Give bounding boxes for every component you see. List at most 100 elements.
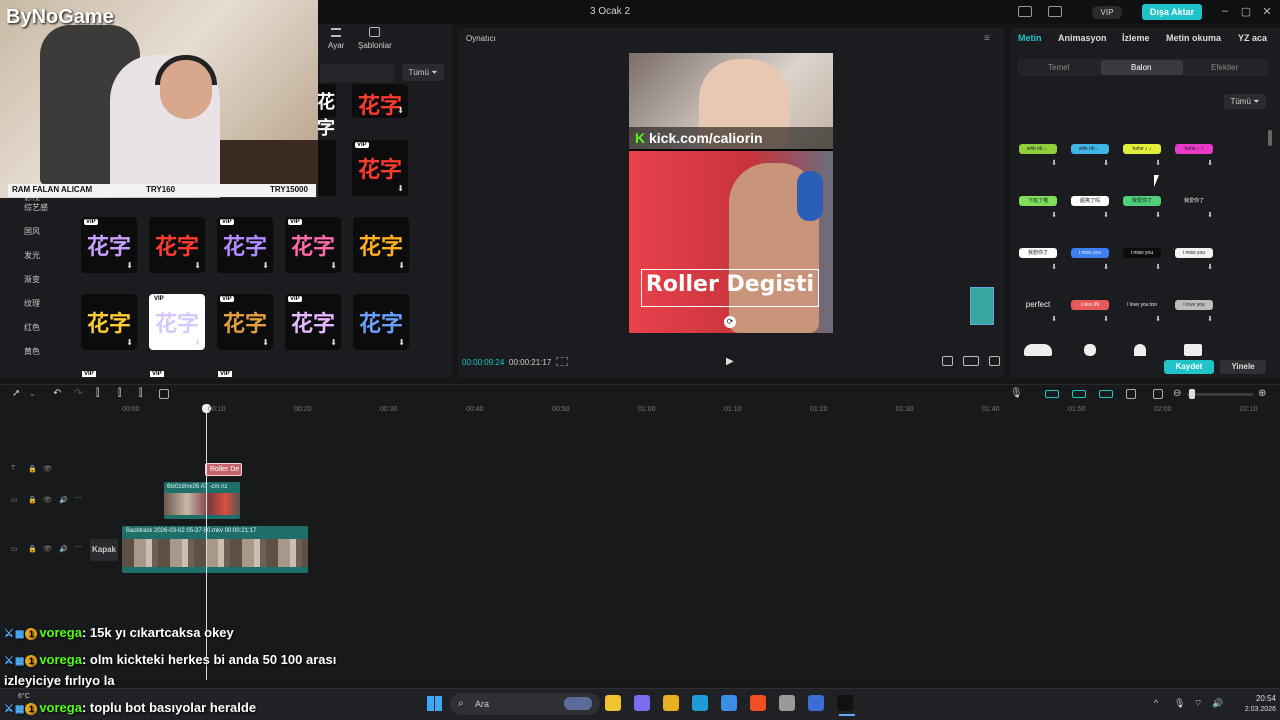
undo-icon[interactable]: ↶ [53,388,61,399]
category-item[interactable]: 红色 [0,316,70,340]
category-item[interactable]: 国风 [0,220,70,244]
lock-icon[interactable]: 🔒 [28,465,37,473]
copilot-icon[interactable] [634,695,650,711]
bubble-tile[interactable]: i miss you ⬇ [1069,235,1111,275]
sticker-tile[interactable]: 花字 [316,84,336,139]
download-icon[interactable]: ⬇ [1051,211,1057,219]
app-blue-icon[interactable] [808,695,824,711]
zoom-slider-handle[interactable] [1189,389,1195,399]
subtab-bubble[interactable]: Balon [1131,63,1151,72]
download-icon[interactable]: ⬇ [397,184,404,193]
category-item[interactable]: 纹理 [0,292,70,316]
bubble-tile[interactable]: hehe ♪ ♪ ⬇ [1173,131,1215,171]
download-icon[interactable]: ⬇ [1103,263,1109,271]
file-explorer-icon[interactable] [605,695,621,711]
sticker-tile[interactable]: 花字 ⬇ [353,217,409,273]
sticker-tile[interactable]: VIP 花字 ⬇ [81,217,137,273]
caption-icon[interactable] [1153,389,1163,399]
download-icon[interactable]: ⬇ [262,338,269,347]
play-icon[interactable]: ▶ [726,356,734,367]
bubble-tile[interactable]: whk hb ♩ ⬇ [1017,131,1059,171]
bubble-tile[interactable]: 下班了哦 ⬇ [1017,183,1059,223]
split-view-icon[interactable] [1126,389,1136,399]
bubble-tile[interactable]: whk hb ♩ ⬇ [1069,131,1111,171]
download-icon[interactable]: ⬇ [1155,263,1161,271]
download-icon[interactable]: ⬇ [194,261,201,270]
delete-icon[interactable] [159,389,169,399]
bubble-tile-partial[interactable] [1024,344,1052,356]
bubble-tile-partial[interactable] [1134,344,1146,356]
split-icon[interactable]: ⫿ [96,388,99,399]
subtab-effects[interactable]: Efektler [1211,63,1238,72]
sticker-tile[interactable]: VIP 花字 ⬇ [149,294,205,350]
minimize-icon[interactable]: – [1219,5,1231,17]
tab-text[interactable]: Metin [1018,33,1042,43]
bubble-tile[interactable]: I love you ⬇ [1173,287,1215,327]
link-icon[interactable] [1045,390,1059,398]
waveform-icon[interactable] [556,357,568,366]
overlay-text[interactable]: Roller Degisti [641,272,819,297]
bubble-tile[interactable]: 我爱你了 ⬇ [1121,183,1163,223]
tab-ai[interactable]: YZ aca [1238,33,1272,43]
templates-icon[interactable] [369,27,380,37]
download-icon[interactable]: ⬇ [1207,315,1213,323]
download-icon[interactable]: ⬇ [1103,159,1109,167]
bubble-tile[interactable]: i miss you ⬇ [1173,235,1215,275]
visibility-icon[interactable]: 👁 [43,465,52,473]
download-icon[interactable]: ⬇ [398,338,405,347]
folder-icon[interactable] [663,695,679,711]
download-icon[interactable]: ⬇ [330,338,337,347]
bubble-tile[interactable]: 我爱你了 ⬇ [1173,183,1215,223]
category-item[interactable]: 发光 [0,244,70,268]
windows-start-icon[interactable] [427,696,442,711]
rotate-icon[interactable]: ⟳ [724,316,736,328]
volume-icon[interactable]: 🔊 [1212,698,1223,709]
download-icon[interactable]: ⬇ [126,261,133,270]
sticker-tile[interactable]: 花字 ⬇ [352,84,408,119]
download-icon[interactable]: ⬇ [194,338,201,347]
weather-widget[interactable]: 6°C [18,693,30,700]
subtab-basic[interactable]: Temel [1048,63,1069,72]
download-icon[interactable]: ⬇ [262,261,269,270]
brave-icon[interactable] [750,695,766,711]
sticker-tile[interactable]: VIP 花字 ⬇ [285,294,341,350]
vip-badge[interactable]: VIP [1092,6,1122,19]
download-icon[interactable]: ⬇ [397,106,404,115]
magnet-icon[interactable] [1072,390,1086,398]
microphone-icon[interactable]: 🎙 [1174,698,1185,709]
audio-icon[interactable]: 🔊 [59,545,68,553]
download-icon[interactable]: ⬇ [1051,315,1057,323]
category-item[interactable]: 渐变 [0,268,70,292]
tab-tracking[interactable]: İzleme [1122,33,1150,43]
templates-tab[interactable]: Şablonlar [358,41,392,50]
crop-icon[interactable] [942,356,953,366]
bubble-tile[interactable]: hehe ♪ ♪ ⬇ [1121,131,1163,171]
category-item[interactable]: 综艺感 [0,196,70,220]
split-left-icon[interactable]: ⫿ [118,388,121,399]
text-clip[interactable]: Roller De [205,463,242,476]
fullscreen-icon[interactable] [989,356,1000,366]
more-icon[interactable]: ⋯ [75,494,82,502]
tray-expand-icon[interactable]: ^ [1154,698,1158,708]
chevron-down-icon[interactable]: ⌄ [29,389,36,398]
bubble-tile-partial[interactable] [1084,344,1096,356]
category-item[interactable]: 黄色 [0,340,70,364]
bubble-tile[interactable]: i miss you ⬇ [1121,235,1163,275]
sticker-tile[interactable]: 花字 ⬇ [353,294,409,350]
bubble-tile[interactable]: I love you too ⬇ [1121,287,1163,327]
download-icon[interactable]: ⬇ [1207,211,1213,219]
video-clip[interactable]: 6ts0zdmx05 AT -cm nz [164,482,240,519]
edge-icon[interactable] [692,695,708,711]
export-button[interactable]: Dışa Aktar [1142,4,1202,20]
filter-dropdown[interactable]: Tümü ⏷ [402,64,444,81]
cover-button[interactable]: Kapak [90,539,118,561]
bubble-tile[interactable]: 超爽了吗 ⬇ [1069,183,1111,223]
bubble-tile[interactable]: 我想你了 ⬇ [1017,235,1059,275]
visibility-icon[interactable]: 👁 [43,545,52,553]
sticker-tile[interactable] [316,140,336,196]
download-icon[interactable]: ⬇ [1155,159,1161,167]
download-icon[interactable]: ⬇ [1155,315,1161,323]
reset-button[interactable]: Yinele [1220,360,1266,374]
tab-text-to-speech[interactable]: Metin okuma [1166,33,1221,43]
lock-icon[interactable]: 🔒 [28,545,37,553]
